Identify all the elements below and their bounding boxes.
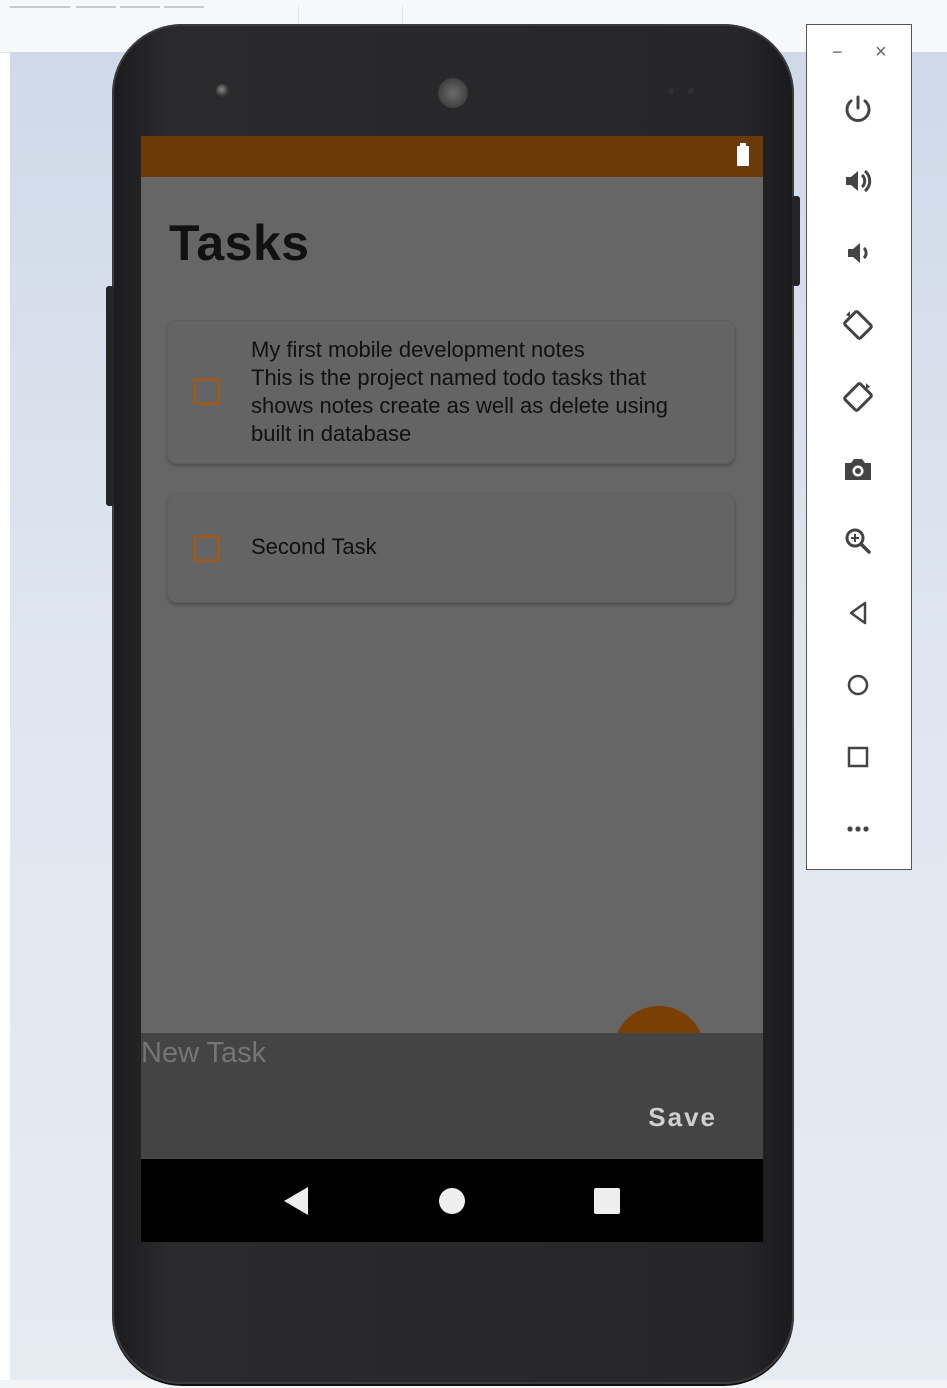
back-icon[interactable] (840, 595, 876, 631)
task-line: This is the project named todo tasks tha… (251, 365, 646, 390)
task-text: Second Task (251, 533, 721, 561)
overview-icon[interactable] (840, 739, 876, 775)
nav-recents-icon[interactable] (594, 1188, 620, 1214)
light-sensor (688, 88, 694, 94)
task-line: Second Task (251, 534, 377, 559)
proximity-sensor (668, 88, 674, 94)
new-task-sheet: Save (141, 1033, 763, 1159)
home-icon[interactable] (840, 667, 876, 703)
task-card[interactable]: My first mobile development notes This i… (167, 320, 735, 464)
task-line: My first mobile development notes (251, 337, 585, 362)
zoom-icon[interactable] (840, 523, 876, 559)
nav-home-icon[interactable] (439, 1188, 465, 1214)
emulator-toolbar: − × (806, 24, 912, 870)
phone-side-button (106, 286, 114, 506)
battery-icon (737, 143, 749, 166)
page-title: Tasks (169, 215, 310, 271)
new-task-input[interactable] (141, 1037, 641, 1070)
task-text: My first mobile development notes This i… (251, 336, 721, 448)
close-button[interactable]: × (875, 41, 887, 64)
tab-divider (76, 6, 116, 8)
tab-divider (10, 6, 70, 8)
rotate-left-icon[interactable] (840, 307, 876, 343)
task-checkbox[interactable] (193, 378, 220, 405)
status-bar (141, 136, 763, 177)
android-nav-bar (141, 1159, 763, 1242)
task-line: shows notes create as well as delete usi… (251, 393, 669, 418)
save-button[interactable]: Save (642, 1101, 723, 1134)
rotate-right-icon[interactable] (840, 379, 876, 415)
volume-up-icon[interactable] (840, 163, 876, 199)
minimize-button[interactable]: − (832, 42, 843, 63)
nav-back-icon[interactable] (284, 1187, 308, 1215)
camera-icon[interactable] (840, 451, 876, 487)
tab-divider (164, 6, 204, 8)
task-line: built in database (251, 421, 412, 446)
tab-divider (120, 6, 160, 8)
volume-down-icon[interactable] (840, 235, 876, 271)
phone-power-button (792, 196, 800, 286)
power-icon[interactable] (840, 91, 876, 127)
phone-screen: Tasks My first mobile development notes … (141, 136, 763, 1242)
task-checkbox[interactable] (193, 535, 220, 562)
task-card[interactable]: Second Task (167, 493, 735, 603)
front-camera (216, 84, 230, 98)
more-icon[interactable] (840, 811, 876, 847)
earpiece-speaker (438, 78, 468, 108)
